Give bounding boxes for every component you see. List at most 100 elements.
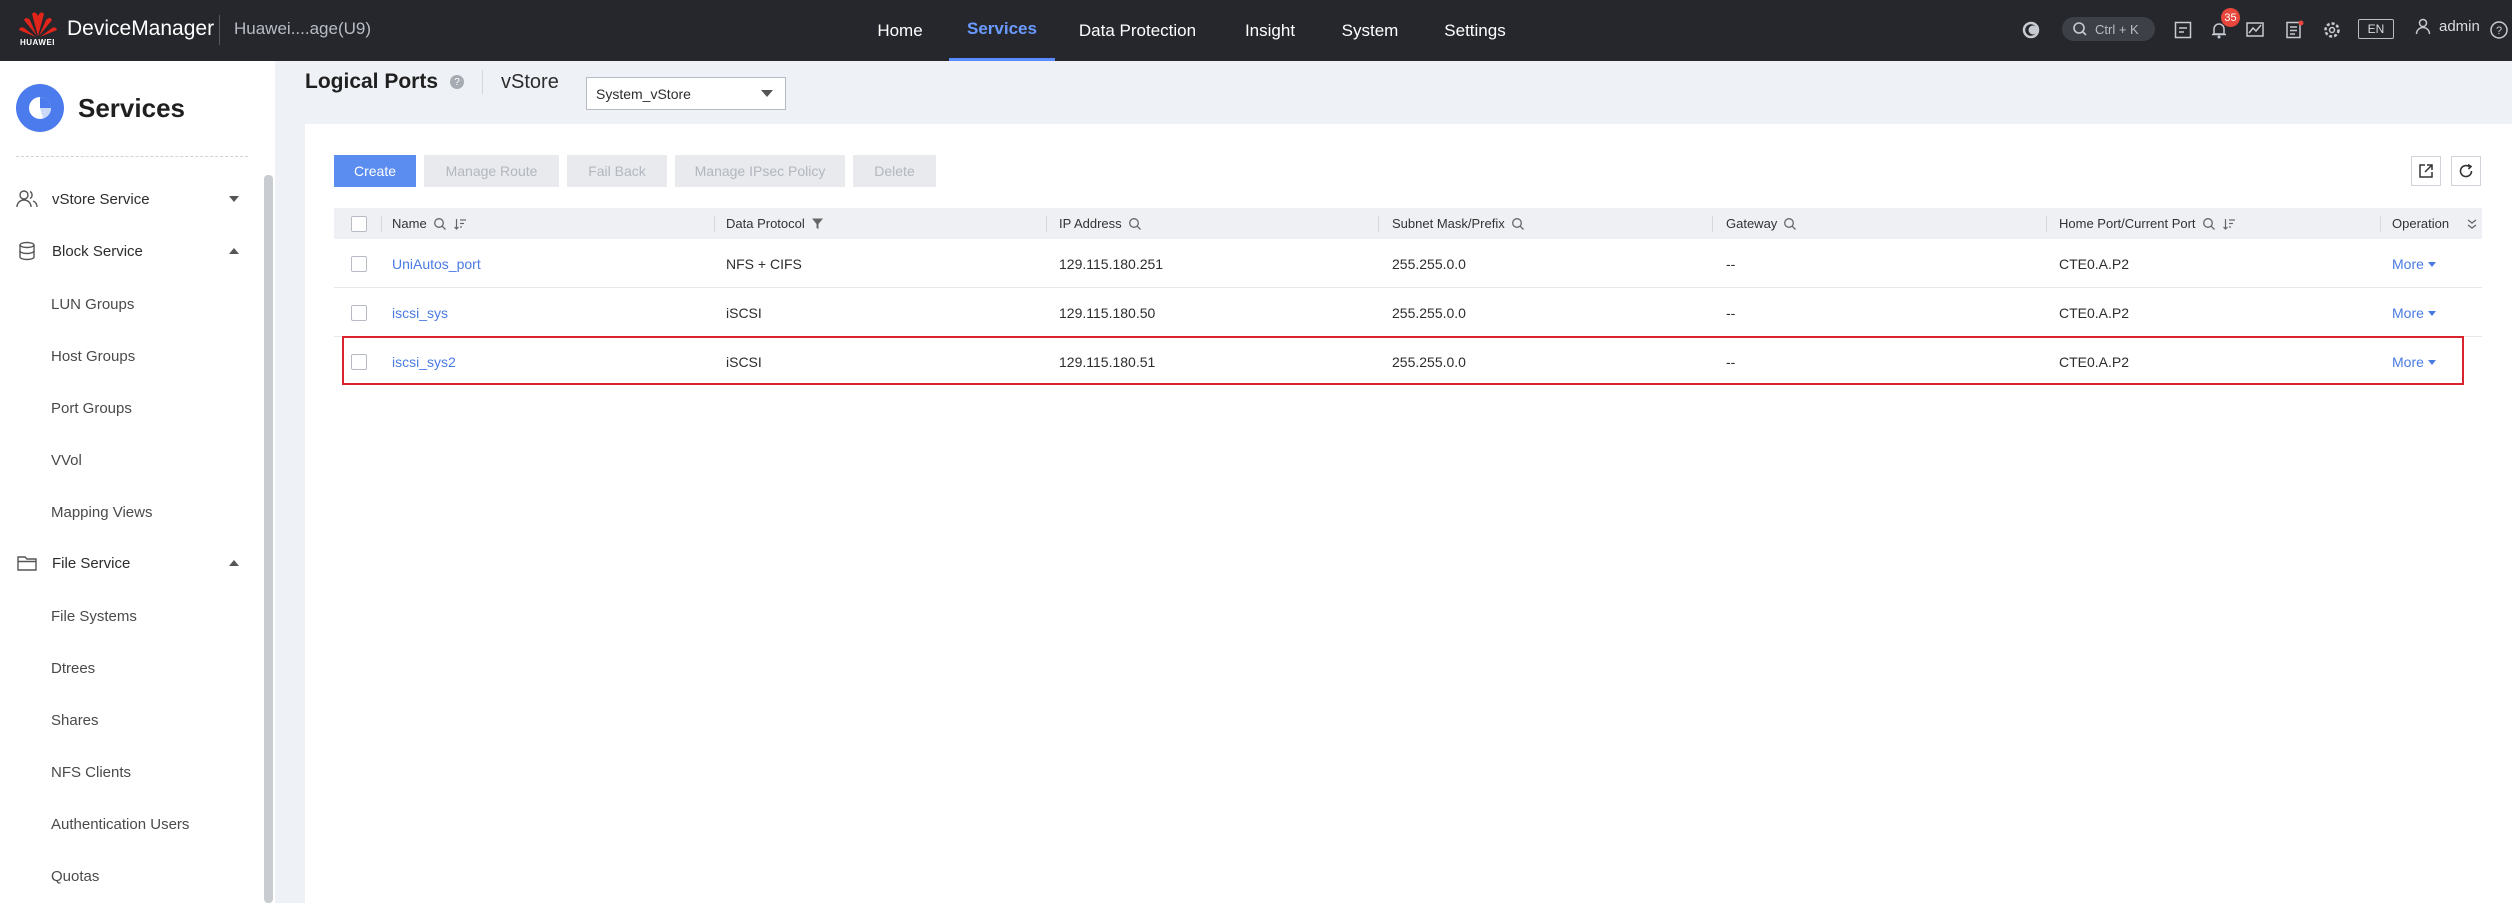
home-port-cell: CTE0.A.P2 — [2059, 305, 2130, 321]
manage-route-button[interactable]: Manage Route — [424, 155, 559, 187]
sort-icon[interactable] — [2222, 217, 2236, 231]
sidebar-group-label: vStore Service — [52, 190, 150, 208]
caret-down-icon — [2427, 359, 2436, 365]
app-title: DeviceManager — [67, 17, 215, 40]
nav-settings[interactable]: Settings — [1432, 0, 1518, 61]
column-subnet-mask: Subnet Mask/Prefix — [1392, 208, 1525, 239]
nav-data-protection[interactable]: Data Protection — [1069, 0, 1206, 61]
fail-back-button[interactable]: Fail Back — [567, 155, 667, 187]
column-operation-label: Operation — [2392, 216, 2450, 231]
create-button[interactable]: Create — [334, 155, 416, 187]
more-menu-button[interactable]: More — [2392, 256, 2436, 272]
column-name-label: Name — [392, 216, 427, 231]
page-header: Logical Ports ? vStore — [305, 70, 559, 94]
nav-home[interactable]: Home — [860, 0, 940, 61]
users-icon — [16, 190, 38, 208]
database-icon — [19, 241, 35, 261]
sidebar-divider — [16, 156, 248, 157]
global-search[interactable]: Ctrl + K — [2062, 17, 2155, 41]
sidebar-group-file[interactable]: File Service — [16, 553, 244, 573]
user-menu[interactable]: admin — [2414, 17, 2480, 35]
sidebar-item-shares[interactable]: Shares — [51, 712, 99, 729]
help-icon[interactable]: ? — [450, 75, 465, 89]
sidebar-group-block[interactable]: Block Service — [16, 241, 244, 261]
sidebar-item-file-systems[interactable]: File Systems — [51, 608, 137, 625]
column-divider — [714, 216, 715, 232]
sidebar-item-nfs-clients[interactable]: NFS Clients — [51, 764, 131, 781]
sidebar-item-port-groups[interactable]: Port Groups — [51, 400, 132, 417]
sidebar-group-label: File Service — [52, 554, 131, 572]
tasks-icon[interactable] — [2171, 18, 2195, 42]
refresh-icon[interactable] — [2451, 156, 2481, 186]
page-title: Logical Ports — [305, 70, 439, 93]
row-checkbox[interactable] — [351, 305, 367, 321]
sidebar-scrollbar[interactable] — [264, 175, 273, 903]
row-checkbox[interactable] — [351, 256, 367, 272]
home-port-cell: CTE0.A.P2 — [2059, 256, 2130, 272]
column-ip-address-label: IP Address — [1059, 216, 1122, 231]
sidebar-item-vvol[interactable]: VVol — [51, 452, 82, 469]
sidebar-item-authentication-users[interactable]: Authentication Users — [51, 816, 189, 833]
column-subnet-mask-label: Subnet Mask/Prefix — [1392, 216, 1505, 231]
subnet-mask-cell: 255.255.0.0 — [1392, 305, 1466, 321]
column-gateway-label: Gateway — [1726, 216, 1778, 231]
services-icon — [16, 84, 64, 132]
nav-services[interactable]: Services — [949, 0, 1055, 61]
nav-system[interactable]: System — [1332, 0, 1408, 61]
more-menu-button[interactable]: More — [2392, 305, 2436, 321]
sort-icon[interactable] — [453, 217, 467, 231]
select-all-checkbox-cell — [351, 208, 367, 239]
ip-address-cell: 129.115.180.251 — [1059, 256, 1164, 272]
performance-icon[interactable] — [2243, 18, 2267, 42]
ip-address-cell: 129.115.180.50 — [1059, 305, 1156, 321]
sidebar-group-vstore[interactable]: vStore Service — [16, 189, 244, 209]
logical-port-name-link[interactable]: UniAutos_port — [392, 256, 481, 272]
subnet-mask-cell: 255.255.0.0 — [1392, 256, 1466, 272]
home-port-cell: CTE0.A.P2 — [2059, 354, 2130, 370]
logical-port-name-link[interactable]: iscsi_sys — [392, 305, 448, 321]
logical-port-name-link[interactable]: iscsi_sys2 — [392, 354, 456, 370]
caret-down-icon — [2427, 310, 2436, 316]
help-icon[interactable]: ? — [2487, 18, 2511, 42]
column-home-port-label: Home Port/Current Port — [2059, 216, 2196, 231]
sidebar-item-mapping-views[interactable]: Mapping Views — [51, 504, 152, 521]
sidebar-header: Services — [16, 84, 185, 132]
column-ip-address: IP Address — [1059, 208, 1142, 239]
search-shortcut: Ctrl + K — [2095, 21, 2139, 37]
manage-ipsec-policy-button[interactable]: Manage IPsec Policy — [675, 155, 845, 187]
search-icon[interactable] — [433, 217, 447, 231]
sidebar-item-quotas[interactable]: Quotas — [51, 868, 99, 885]
search-icon — [2073, 22, 2087, 36]
event-log-icon[interactable] — [2282, 18, 2306, 42]
caret-up-icon — [229, 248, 239, 254]
more-menu-button[interactable]: More — [2392, 354, 2436, 370]
divider — [219, 15, 220, 45]
export-icon[interactable] — [2411, 156, 2441, 186]
search-icon[interactable] — [1128, 217, 1142, 231]
row-checkbox[interactable] — [351, 354, 367, 370]
language-switch[interactable]: EN — [2358, 19, 2394, 39]
column-settings-icon[interactable] — [2466, 208, 2478, 239]
more-label: More — [2392, 256, 2424, 272]
select-all-checkbox[interactable] — [351, 215, 367, 232]
column-operation: Operation — [2392, 208, 2449, 239]
device-name[interactable]: Huawei....age(U9) — [234, 19, 371, 39]
sidebar-title: Services — [78, 92, 185, 123]
sidebar-item-host-groups[interactable]: Host Groups — [51, 348, 135, 365]
nav-insight[interactable]: Insight — [1232, 0, 1308, 61]
theme-toggle-icon[interactable] — [2019, 18, 2043, 42]
vstore-select-value: System_vStore — [596, 85, 691, 102]
search-icon[interactable] — [1783, 217, 1797, 231]
filter-icon[interactable] — [811, 217, 824, 230]
column-gateway: Gateway — [1726, 208, 1797, 239]
sidebar-item-dtrees[interactable]: Dtrees — [51, 660, 95, 677]
search-icon[interactable] — [2202, 217, 2216, 231]
gear-icon[interactable] — [2320, 18, 2344, 42]
delete-button[interactable]: Delete — [853, 155, 936, 187]
sidebar-item-lun-groups[interactable]: LUN Groups — [51, 296, 134, 313]
user-name: admin — [2439, 17, 2480, 35]
column-divider — [381, 216, 382, 232]
vstore-select[interactable]: System_vStore — [586, 77, 786, 110]
search-icon[interactable] — [1511, 217, 1525, 231]
column-divider — [2046, 216, 2047, 232]
